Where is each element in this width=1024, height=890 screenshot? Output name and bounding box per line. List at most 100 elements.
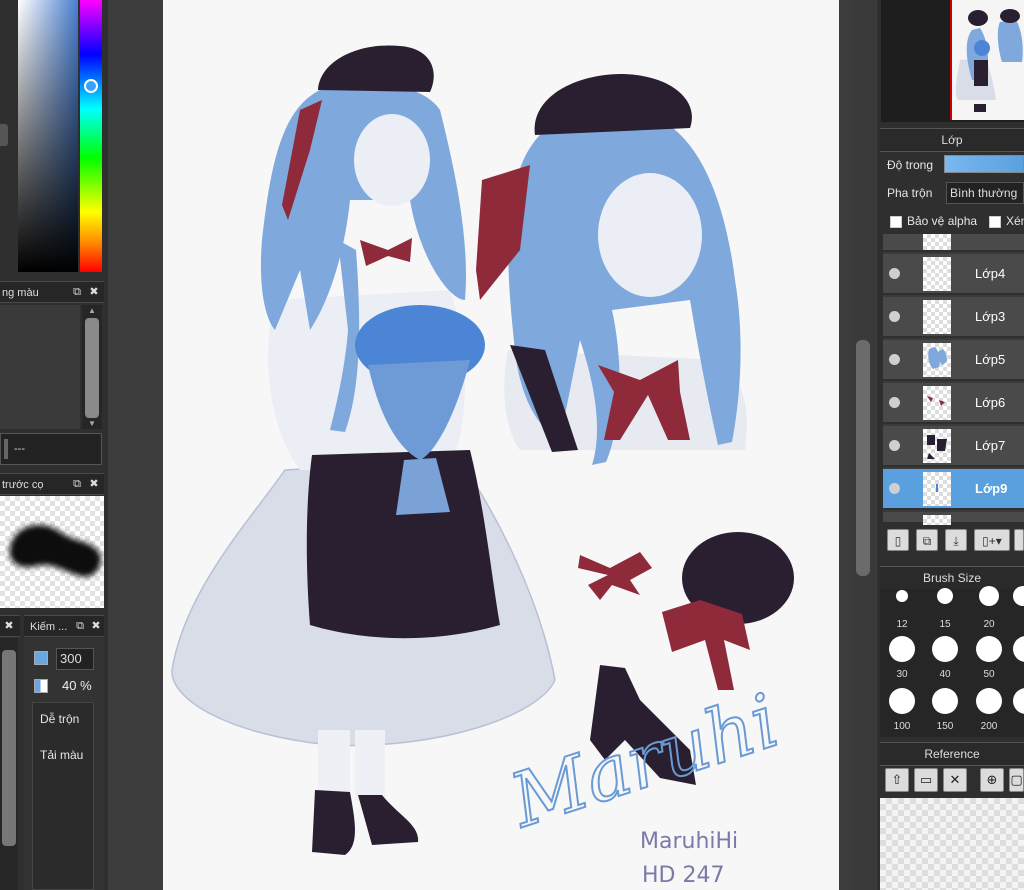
color-set-panel-title: ng màu bbox=[2, 287, 39, 299]
scroll-up-icon[interactable]: ▲ bbox=[86, 307, 98, 315]
layer-thumbnail bbox=[923, 429, 951, 463]
layer-item-partial[interactable] bbox=[883, 234, 1024, 252]
load-color-option[interactable]: Tải màu bbox=[40, 748, 83, 762]
close-icon[interactable]: ✖ bbox=[88, 286, 100, 298]
brush-size-input[interactable]: 300 bbox=[56, 648, 94, 670]
brush-opacity-value[interactable]: 40 % bbox=[62, 678, 92, 693]
brush-size-preset[interactable] bbox=[1013, 586, 1024, 630]
copy-layer-icon: ⧉ bbox=[922, 534, 932, 548]
close-icon[interactable]: ✖ bbox=[88, 478, 100, 490]
reference-close-button[interactable]: ✕ bbox=[943, 768, 967, 792]
add-layer-menu-icon: ▯+▾ bbox=[982, 534, 1002, 548]
reference-zoom-in-button[interactable]: ⊕ bbox=[980, 768, 1004, 792]
visibility-eye-icon[interactable] bbox=[889, 268, 900, 279]
brush-size-preset[interactable]: 30 bbox=[882, 636, 922, 680]
brush-size-preset[interactable]: 100 bbox=[882, 688, 922, 732]
add-layer-menu-button[interactable]: ▯+▾ bbox=[974, 529, 1010, 551]
brush-size-preset[interactable]: 150 bbox=[925, 688, 965, 732]
canvas-scroll-thumb[interactable] bbox=[856, 340, 870, 576]
hue-slider[interactable] bbox=[80, 0, 102, 272]
reference-upload-button[interactable]: ⇧ bbox=[885, 768, 909, 792]
layer-item[interactable]: Lớp6 bbox=[883, 383, 1024, 424]
visibility-eye-icon[interactable] bbox=[889, 483, 900, 494]
new-layer-icon: ▯ bbox=[894, 534, 902, 548]
brush-size-preset[interactable]: 40 bbox=[925, 636, 965, 680]
brush-size-preset[interactable]: 50 bbox=[969, 636, 1009, 680]
brush-size-panel-title: Brush Size bbox=[922, 571, 982, 585]
visibility-eye-icon[interactable] bbox=[889, 311, 900, 322]
reference-open-button[interactable]: ▭ bbox=[914, 768, 938, 792]
close-icon: ✕ bbox=[949, 772, 961, 787]
close-icon[interactable]: ✖ bbox=[3, 620, 15, 632]
merge-layer-button[interactable]: ⤓ bbox=[945, 529, 967, 551]
navigator-thumbnail[interactable] bbox=[950, 0, 1024, 120]
left-leg bbox=[318, 730, 350, 800]
color-set-scroll-thumb[interactable] bbox=[85, 318, 99, 418]
bust-face bbox=[598, 173, 702, 297]
navigator-preview bbox=[955, 9, 1023, 112]
protect-alpha-box[interactable] bbox=[890, 215, 902, 228]
undock-icon[interactable]: ⧉ bbox=[74, 620, 86, 632]
layer-opacity-slider[interactable] bbox=[944, 155, 1024, 173]
saturation-value-picker[interactable] bbox=[18, 0, 78, 272]
fit-icon: ▢ bbox=[1010, 772, 1023, 787]
drawing-canvas[interactable]: Maruhi MaruhiHi HD 247 bbox=[163, 0, 839, 890]
reference-panel-title: Reference bbox=[924, 747, 980, 761]
layer-thumbnail bbox=[923, 300, 951, 334]
undock-icon[interactable]: ⧉ bbox=[71, 286, 83, 298]
reference-fit-button[interactable]: ▢ bbox=[1009, 768, 1024, 792]
close-icon[interactable]: ✖ bbox=[90, 620, 102, 632]
brush-size-preset[interactable]: 200 bbox=[969, 688, 1009, 732]
layer-name: Lớp7 bbox=[975, 438, 1006, 453]
brush-size-preset[interactable]: 20 bbox=[969, 586, 1009, 630]
opacity-label: Độ trong bbox=[887, 158, 934, 172]
layer-item[interactable]: Lớp5 bbox=[883, 340, 1024, 381]
layer-thumbnail bbox=[923, 257, 951, 291]
brush-tab-header[interactable]: Kiếm ... ⧉ ✖ bbox=[24, 615, 104, 637]
color-set-list[interactable] bbox=[0, 305, 80, 429]
layer-thumbnail bbox=[923, 386, 951, 420]
blend-mode-select[interactable]: Bình thường bbox=[946, 182, 1024, 204]
layer-item[interactable]: Lớp7 bbox=[883, 426, 1024, 467]
reference-canvas[interactable] bbox=[880, 798, 1024, 890]
clipping-box[interactable] bbox=[989, 215, 1001, 228]
clipping-checkbox[interactable]: Xén bbox=[989, 214, 1024, 228]
brush-size-preset[interactable]: 12 bbox=[882, 586, 922, 630]
left-figure-beret bbox=[318, 45, 434, 92]
layer-item[interactable]: Lớp4 bbox=[883, 254, 1024, 295]
signature: Maruhi bbox=[499, 678, 788, 845]
copy-layer-button[interactable]: ⧉ bbox=[916, 529, 938, 551]
tool-panel-scroll-thumb[interactable] bbox=[2, 650, 16, 846]
brush-size-label: 15 bbox=[939, 619, 951, 630]
scroll-down-icon[interactable]: ▼ bbox=[86, 420, 98, 428]
hue-slider-handle[interactable] bbox=[84, 79, 98, 93]
brush-size-label: 20 bbox=[983, 619, 995, 630]
layer-thumbnail bbox=[923, 343, 951, 377]
color-swatch-tab[interactable] bbox=[0, 124, 8, 146]
new-layer-button[interactable]: ▯ bbox=[887, 529, 909, 551]
brush-size-label: 150 bbox=[936, 721, 954, 732]
tool-panel-header: ✖ bbox=[0, 615, 20, 637]
layers-panel-title: Lớp bbox=[941, 133, 963, 147]
protect-alpha-checkbox[interactable]: Bảo vệ alpha bbox=[890, 214, 977, 228]
layer-item[interactable]: Lớp3 bbox=[883, 297, 1024, 338]
visibility-eye-icon[interactable] bbox=[889, 397, 900, 408]
layer-name: Lớp9 bbox=[975, 481, 1008, 496]
small-bow-accessory bbox=[578, 552, 652, 600]
undock-icon[interactable]: ⧉ bbox=[71, 478, 83, 490]
layer-thumbnail bbox=[923, 234, 951, 250]
folder-button[interactable] bbox=[1014, 529, 1024, 551]
blend-option[interactable]: Dễ trộn bbox=[40, 712, 94, 726]
clipping-label: Xén bbox=[1006, 214, 1024, 228]
layer-name: Lớp3 bbox=[975, 309, 1006, 324]
layer-item-selected[interactable]: Lớp9 bbox=[883, 469, 1024, 510]
brush-size-preset[interactable] bbox=[1013, 688, 1024, 732]
layer-item-partial[interactable] bbox=[883, 512, 1024, 525]
color-set-panel-header: ng màu ⧉ ✖ bbox=[0, 281, 104, 303]
brush-size-label: 30 bbox=[896, 669, 908, 680]
visibility-eye-icon[interactable] bbox=[889, 354, 900, 365]
brush-size-preset[interactable] bbox=[1013, 636, 1024, 680]
visibility-eye-icon[interactable] bbox=[889, 440, 900, 451]
color-value-field[interactable]: --- bbox=[0, 433, 102, 465]
brush-size-preset[interactable]: 15 bbox=[925, 586, 965, 630]
